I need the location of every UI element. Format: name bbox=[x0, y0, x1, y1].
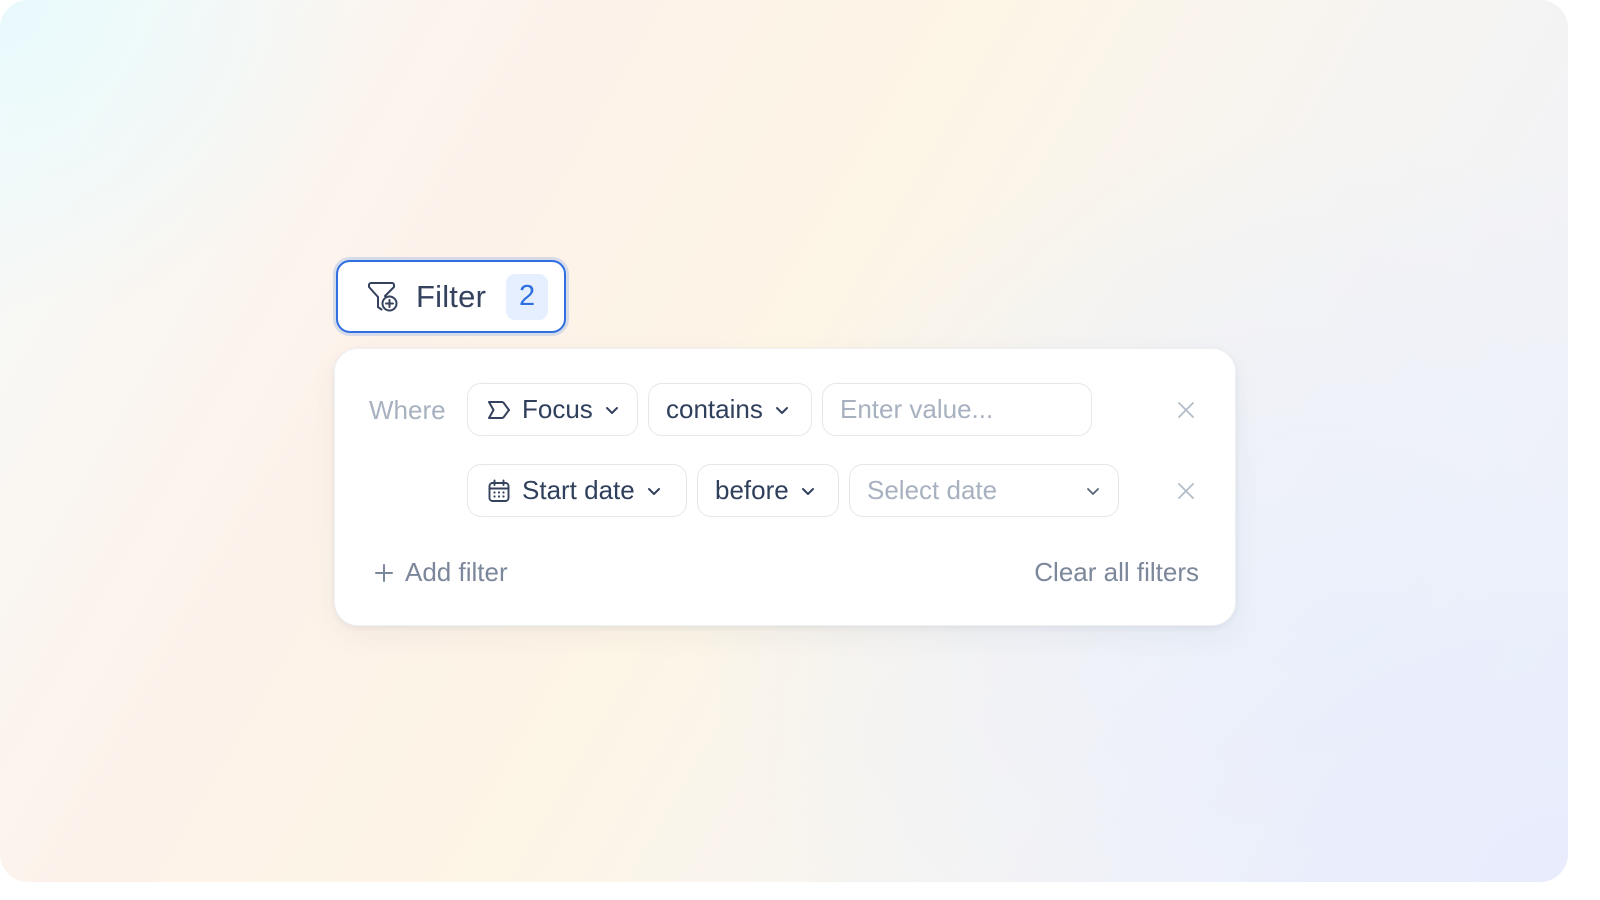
filter-add-icon bbox=[368, 281, 398, 311]
date-picker-select[interactable]: Select date bbox=[849, 464, 1119, 517]
clear-all-filters-button[interactable]: Clear all filters bbox=[1034, 557, 1199, 588]
remove-filter-icon[interactable] bbox=[1175, 399, 1197, 421]
filter-count-badge: 2 bbox=[506, 273, 549, 320]
filter-value-input[interactable] bbox=[840, 394, 1080, 425]
remove-filter-icon[interactable] bbox=[1175, 480, 1197, 502]
date-placeholder: Select date bbox=[867, 475, 998, 505]
plus-icon bbox=[375, 563, 393, 582]
filter-operator-select-before[interactable]: before bbox=[697, 464, 839, 517]
add-filter-label: Add filter bbox=[405, 557, 508, 587]
operator-label: before bbox=[715, 475, 789, 505]
filter-panel: Where Focus contains Enter value... Star… bbox=[334, 348, 1236, 626]
chevron-down-icon bbox=[605, 406, 618, 414]
background-canvas: Filter 2 Where Focus contains Enter valu… bbox=[0, 0, 1568, 882]
where-label: Where bbox=[369, 395, 446, 425]
filter-button-label: Filter bbox=[416, 278, 487, 314]
chevron-down-icon bbox=[647, 487, 660, 495]
filter-field-select-focus[interactable]: Focus bbox=[467, 383, 638, 436]
filter-field-select-start-date[interactable]: Start date bbox=[467, 464, 687, 517]
add-filter-button[interactable]: Add filter bbox=[373, 557, 508, 588]
filter-value-input-wrapper bbox=[822, 383, 1092, 436]
field-label: Start date bbox=[522, 475, 635, 505]
chevron-down-icon bbox=[1087, 488, 1099, 495]
chevron-down-icon bbox=[801, 487, 814, 495]
field-label: Focus bbox=[522, 394, 593, 424]
chevron-down-icon bbox=[775, 406, 788, 414]
tag-icon bbox=[488, 400, 510, 419]
calendar-icon bbox=[488, 479, 510, 502]
filter-button[interactable]: Filter 2 bbox=[336, 260, 566, 333]
operator-label: contains bbox=[666, 394, 763, 424]
filter-operator-select-contains[interactable]: contains bbox=[648, 383, 812, 436]
